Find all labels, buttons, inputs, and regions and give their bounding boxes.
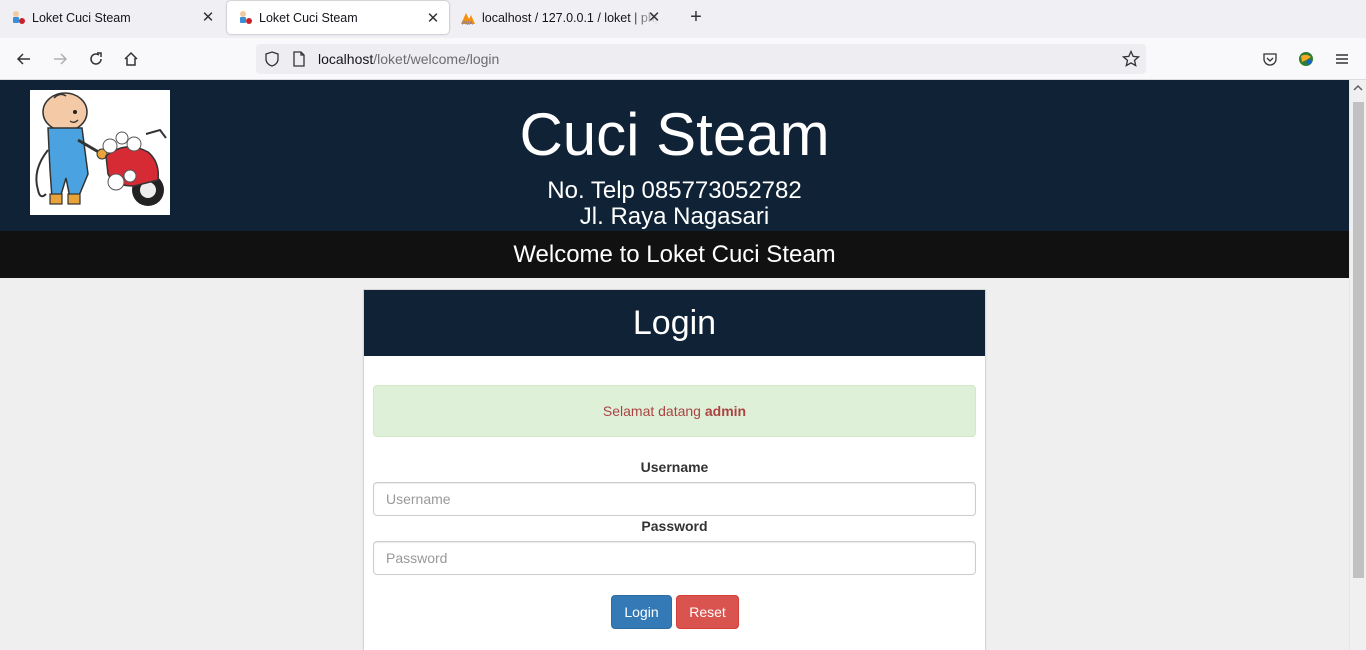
close-icon[interactable]: ✕	[646, 10, 662, 26]
cuci-steam-favicon-icon	[10, 10, 26, 26]
browser-tab-bar: Loket Cuci Steam ✕ Loket Cuci Steam ✕ PM…	[0, 0, 1366, 38]
scroll-up-arrow-icon[interactable]	[1353, 82, 1363, 94]
new-tab-plus-icon[interactable]: +	[686, 7, 706, 27]
site-address: Jl. Raya Nagasari	[579, 203, 770, 230]
shield-icon[interactable]	[264, 51, 280, 72]
web-page: Cuci Steam No. Telp 085773052782 Jl. Ray…	[0, 80, 1349, 650]
phpmyadmin-favicon-icon: PMA	[460, 10, 476, 27]
forward-arrow-icon[interactable]	[48, 47, 72, 71]
close-icon[interactable]: ✕	[425, 11, 441, 27]
login-heading: Login	[364, 290, 985, 356]
scrollbar-thumb[interactable]	[1353, 102, 1364, 578]
pocket-icon[interactable]	[1258, 47, 1282, 71]
home-icon[interactable]	[119, 47, 143, 71]
password-label: Password	[641, 518, 708, 534]
site-title: Cuci Steam	[519, 101, 830, 168]
alert-username: admin	[704, 403, 747, 419]
browser-toolbar: localhost/loket/welcome/login	[0, 38, 1366, 80]
welcome-alert: Selamat datang admin	[373, 385, 976, 437]
tab-label: Loket Cuci Steam	[32, 11, 131, 25]
menu-hamburger-icon[interactable]	[1330, 47, 1354, 71]
welcome-banner: Welcome to Loket Cuci Steam	[0, 231, 1349, 278]
tab-label: Loket Cuci Steam	[259, 10, 358, 25]
url-host: localhost	[318, 51, 374, 67]
alert-text: Selamat datang	[602, 403, 701, 419]
svg-text:PMA: PMA	[462, 21, 474, 26]
extension-globe-icon[interactable]	[1294, 47, 1318, 71]
site-phone: No. Telp 085773052782	[547, 177, 802, 204]
site-header: Cuci Steam No. Telp 085773052782 Jl. Ray…	[0, 80, 1349, 231]
password-input[interactable]	[373, 541, 976, 575]
login-panel: Login Selamat datang admin Username Pass…	[363, 289, 986, 650]
tab-loket-cuci-steam-2[interactable]: Loket Cuci Steam ✕	[227, 1, 449, 34]
bookmark-star-icon[interactable]	[1121, 49, 1141, 73]
tab-label: localhost / 127.0.0.1 / loket | phpMyAdm…	[482, 11, 658, 25]
reset-button[interactable]: Reset	[676, 595, 739, 629]
login-button[interactable]: Login	[611, 595, 672, 629]
back-arrow-icon[interactable]	[12, 47, 36, 71]
tab-loket-cuci-steam-1[interactable]: Loket Cuci Steam ✕	[0, 0, 224, 36]
url-path: /loket/welcome/login	[373, 51, 500, 67]
page-info-icon[interactable]	[292, 51, 306, 72]
username-input[interactable]	[373, 482, 976, 516]
url-text[interactable]: localhost/loket/welcome/login	[318, 51, 499, 67]
cuci-steam-favicon-icon	[237, 10, 253, 26]
tab-phpmyadmin[interactable]: PMA localhost / 127.0.0.1 / loket | phpM…	[450, 0, 672, 36]
reload-icon[interactable]	[84, 47, 108, 71]
close-icon[interactable]: ✕	[200, 10, 216, 26]
address-bar[interactable]: localhost/loket/welcome/login	[256, 44, 1146, 74]
username-label: Username	[640, 459, 709, 475]
page-scrollbar[interactable]	[1349, 80, 1366, 650]
